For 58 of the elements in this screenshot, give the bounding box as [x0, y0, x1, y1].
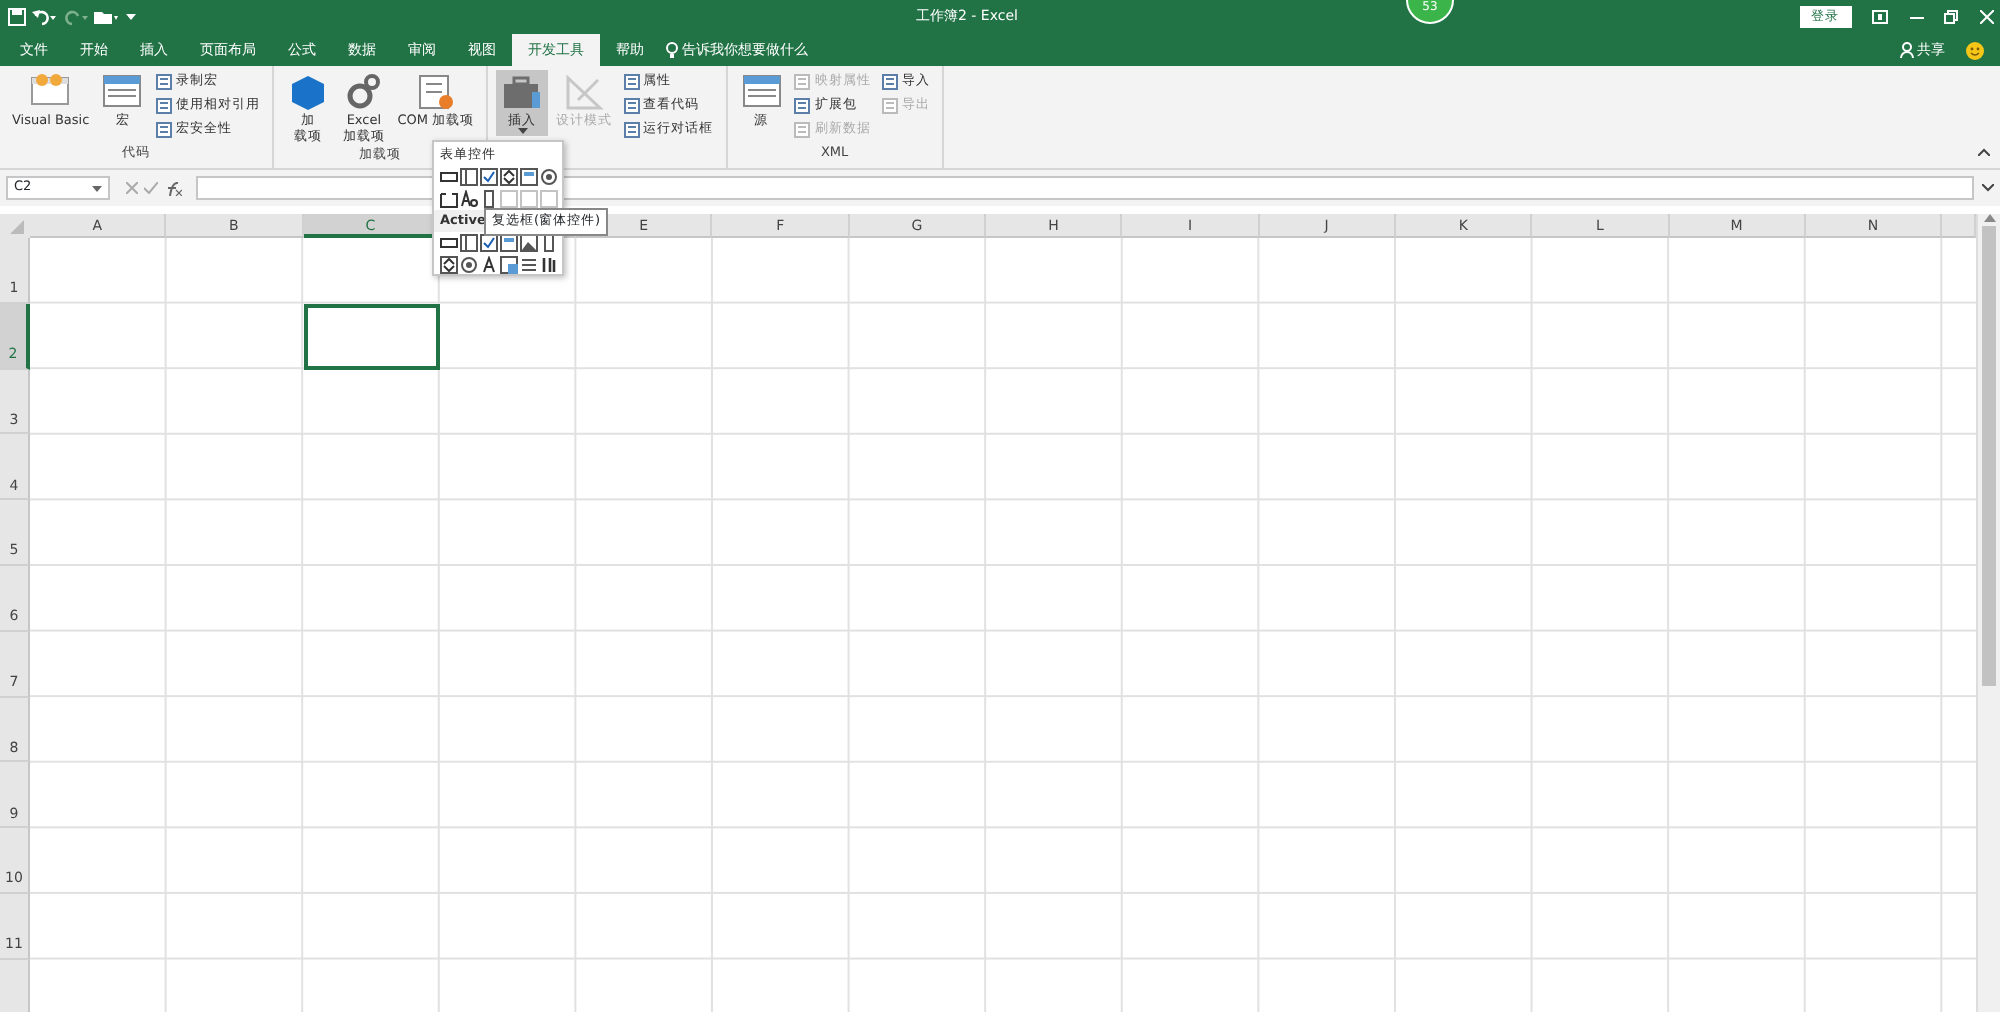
scroll-up-icon	[1983, 214, 1996, 222]
triangle-ruler-icon	[561, 72, 606, 112]
spin-button-icon[interactable]	[440, 256, 458, 274]
label-control-icon[interactable]	[480, 256, 498, 274]
function-icon[interactable]	[165, 181, 181, 195]
image-control-icon[interactable]	[520, 234, 538, 252]
checkbox-icon[interactable]	[480, 168, 498, 186]
tool-icon	[882, 98, 899, 114]
combo-box-icon[interactable]	[460, 234, 478, 252]
list-box-icon[interactable]	[500, 234, 518, 252]
undo-icon[interactable]	[32, 8, 56, 26]
person-icon[interactable]	[1899, 42, 1914, 58]
checkbox-icon[interactable]	[480, 234, 498, 252]
check-icon[interactable]	[144, 182, 158, 194]
option-button-icon[interactable]	[460, 256, 478, 274]
option-button-icon[interactable]	[540, 168, 558, 186]
text-lines-icon[interactable]	[520, 256, 538, 274]
tool-icon	[623, 98, 640, 114]
formula-field[interactable]	[196, 176, 1974, 200]
list-document-icon	[413, 72, 458, 112]
dropdown-icon	[92, 185, 102, 191]
restore-icon[interactable]	[1944, 10, 1958, 24]
tool-icon	[156, 122, 173, 138]
smiley-icon[interactable]	[1966, 41, 1984, 59]
caret-icon	[517, 128, 528, 134]
button-control-icon[interactable]	[440, 168, 458, 186]
scroll-bar-icon[interactable]	[480, 190, 498, 208]
folder-icon[interactable]	[94, 8, 118, 26]
vertical-scrollbar[interactable]	[1976, 214, 2000, 1012]
expand-icon[interactable]	[1982, 184, 1994, 192]
collapse-ribbon-icon[interactable]	[1978, 148, 1990, 156]
customize-icon[interactable]	[125, 12, 135, 22]
scroll-bar-icon[interactable]	[540, 234, 558, 252]
toolbox-icon	[500, 72, 545, 112]
tool-icon	[156, 98, 173, 114]
lightbulb-icon[interactable]	[666, 41, 679, 59]
combo-box-icon[interactable]	[460, 168, 478, 186]
group-box-icon[interactable]	[440, 190, 458, 208]
save-icon[interactable]	[7, 8, 25, 26]
active-cell[interactable]	[303, 303, 440, 370]
tool-icon	[794, 74, 811, 90]
tool-icon	[794, 122, 811, 138]
label-control-icon[interactable]	[460, 190, 478, 208]
tool-icon	[623, 74, 640, 90]
document-icon	[100, 72, 145, 112]
tool-icon	[882, 74, 899, 90]
tool-icon	[156, 74, 173, 90]
more-controls-icon[interactable]	[540, 256, 558, 274]
list-box-icon[interactable]	[520, 168, 538, 186]
text-field-icon[interactable]	[500, 190, 518, 208]
tool-icon	[794, 98, 811, 114]
toggle-button-icon[interactable]	[500, 256, 518, 274]
tool-icon	[623, 122, 640, 138]
spin-button-icon[interactable]	[500, 168, 518, 186]
document-icon	[739, 72, 784, 112]
ribbon-display-icon[interactable]	[1872, 10, 1888, 24]
command-button-icon[interactable]	[440, 234, 458, 252]
close-icon[interactable]	[1979, 10, 1993, 24]
